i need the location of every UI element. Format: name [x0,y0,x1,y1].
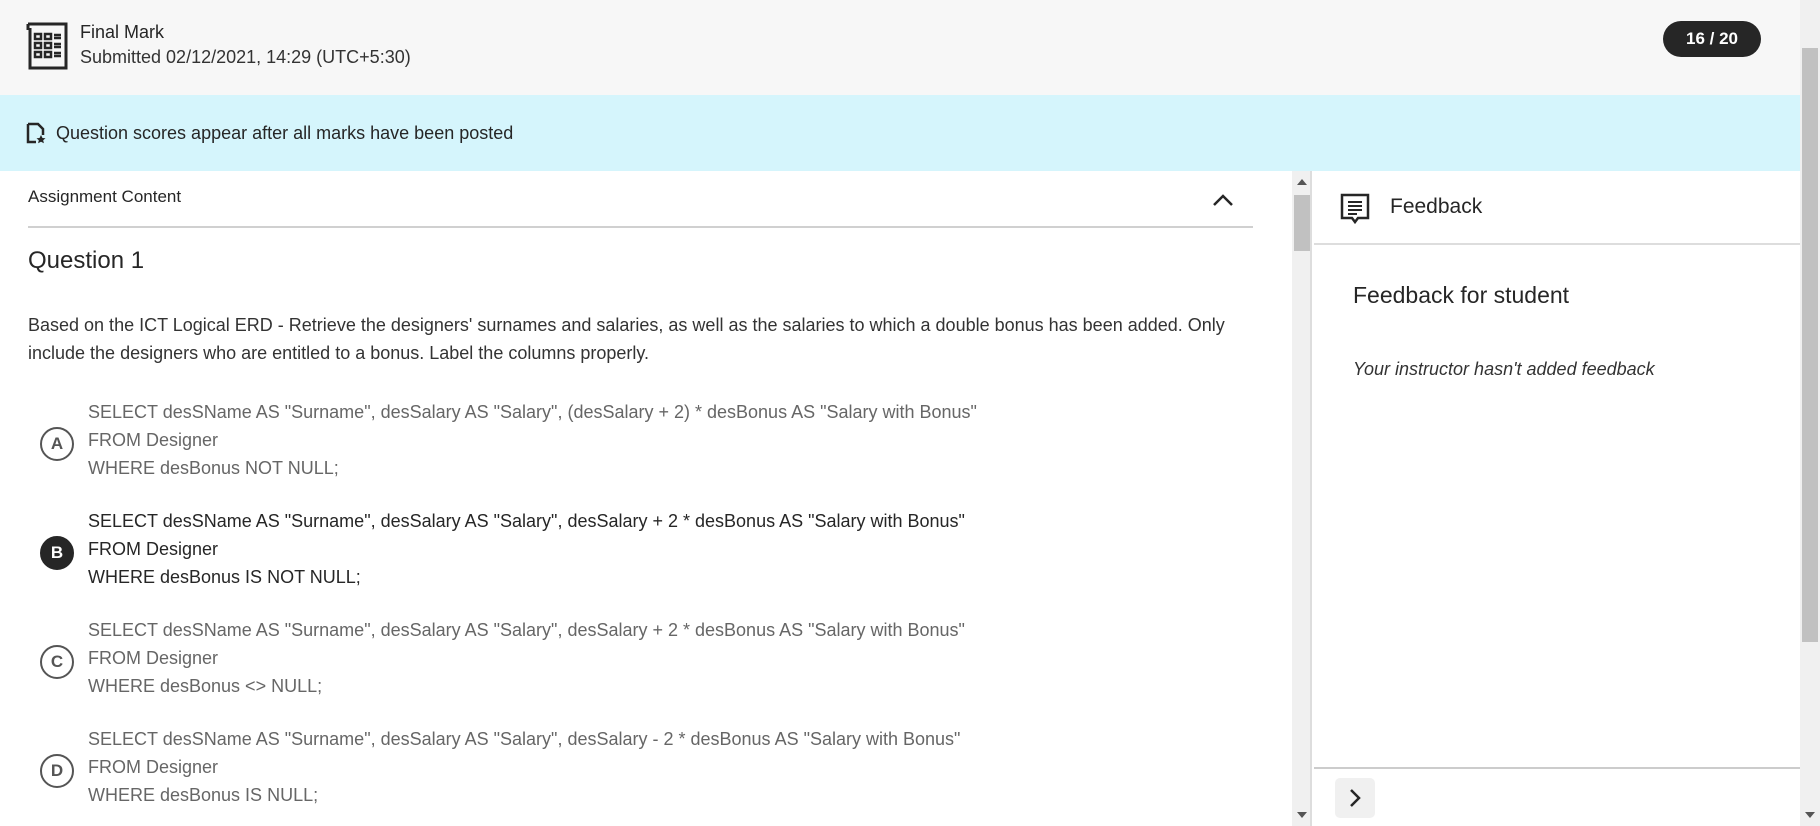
header: Final Mark Submitted 02/12/2021, 14:29 (… [0,0,1800,95]
expand-panel-button[interactable] [1335,778,1375,818]
chevron-up-icon[interactable] [1210,189,1236,211]
feedback-empty-text: Your instructor hasn't added feedback [1353,359,1655,379]
divider [1314,767,1800,769]
option-line: FROM Designer [88,757,219,777]
option-line: FROM Designer [88,430,219,450]
option-line: WHERE desBonus IS NULL; [88,785,319,805]
option-line: WHERE desBonus IS NOT NULL; [88,567,361,587]
option-text: SELECT desSName AS "Surname", desSalary … [88,507,965,591]
scrollbar-thumb[interactable] [1294,195,1310,251]
feedback-panel: Feedback Feedback for student Your instr… [1314,171,1800,826]
scroll-up-icon[interactable] [1297,179,1307,185]
scroll-down-icon[interactable] [1297,812,1307,818]
option-letter-badge: A [40,427,74,461]
option-line: SELECT desSName AS "Surname", desSalary … [88,729,961,749]
scroll-down-icon[interactable] [1805,812,1815,818]
scrollbar-thumb[interactable] [1802,48,1818,642]
option-line: WHERE desBonus NOT NULL; [88,458,339,478]
question-text: Based on the ICT Logical ERD - Retrieve … [28,315,1225,363]
page-scrollbar[interactable] [1800,0,1820,826]
document-star-icon [26,122,46,144]
section-title: Assignment Content [28,187,182,206]
assignment-content-pane: Assignment Content Question 1 Based on t… [0,171,1292,826]
feedback-comment-icon [1340,193,1370,225]
option-text: SELECT desSName AS "Surname", desSalary … [88,725,960,809]
option-text: SELECT desSName AS "Surname", desSalary … [88,616,965,700]
option-line: FROM Designer [88,539,219,559]
option-line: SELECT desSName AS "Surname", desSalary … [88,402,977,422]
option-text: SELECT desSName AS "Surname", desSalary … [88,398,977,482]
content-scrollbar[interactable] [1292,171,1312,826]
gradebook-icon [26,22,68,70]
score-badge: 16 / 20 [1663,21,1761,57]
chevron-right-icon [1350,789,1361,807]
submission-date: Submitted 02/12/2021, 14:29 (UTC+5:30) [80,47,411,67]
option-letter-badge: D [40,754,74,788]
option-line: WHERE desBonus <> NULL; [88,676,323,696]
option-line: SELECT desSName AS "Surname", desSalary … [88,620,965,640]
feedback-panel-title: Feedback [1390,195,1483,218]
option-line: FROM Designer [88,648,219,668]
page-title: Final Mark [80,22,165,42]
feedback-header: Feedback [1314,171,1800,245]
option-line: SELECT desSName AS "Surname", desSalary … [88,511,965,531]
divider [28,226,1253,228]
banner-text: Question scores appear after all marks h… [56,122,514,143]
feedback-heading: Feedback for student [1353,282,1570,308]
option-letter-badge: B [40,536,74,570]
question-title: Question 1 [28,247,145,274]
info-banner: Question scores appear after all marks h… [0,95,1800,171]
option-letter-badge: C [40,645,74,679]
